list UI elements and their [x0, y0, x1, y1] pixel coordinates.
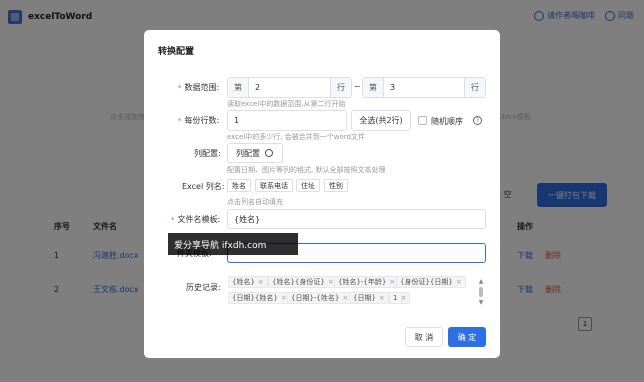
history-tag[interactable]: 1 × [389, 292, 411, 304]
random-order-label: 随机顺序 [431, 117, 463, 126]
close-icon[interactable]: × [400, 294, 406, 302]
cancel-button[interactable]: 取 消 [405, 327, 443, 347]
random-order-checkbox[interactable] [418, 116, 427, 125]
history-tag-text: {日期}-{姓名} [291, 294, 340, 302]
scroll-thumb[interactable] [479, 287, 483, 297]
excel-columns-hint: 点击列名自动填充 [227, 198, 283, 206]
column-config-button[interactable]: 列配置 [227, 143, 283, 163]
column-tag[interactable]: 姓名 [227, 179, 251, 192]
history-tag-text: {身份证}{日期} [400, 278, 453, 286]
range-to-value: 3 [390, 83, 396, 92]
history-tag[interactable]: {日期}-{姓名} × [287, 292, 353, 304]
column-config-hint: 配置日期、图片等列的格式, 默认全部按照文本处理 [227, 166, 386, 174]
data-range-hint: 读取excel中的数据范围,从第二行开始 [227, 100, 346, 108]
range-from-suffix: 行 [330, 78, 351, 97]
range-from-prefix: 第 [228, 78, 249, 97]
select-all-button[interactable]: 全选(共2行) [351, 110, 411, 131]
range-from-input[interactable]: 第 2 行 [227, 77, 352, 98]
convert-config-dialog: 转换配置 数据范围: 第 2 行 ~ 第 3 行 读取excel中的数据范围,从… [144, 30, 500, 358]
history-tag[interactable]: {姓名} × [228, 276, 268, 288]
close-icon[interactable]: × [456, 278, 462, 286]
data-range-label: 数据范围: [178, 82, 220, 93]
filename-template-label: 文件名模板: [171, 214, 221, 225]
help-icon[interactable]: ? [473, 116, 482, 125]
filename-template-input[interactable]: {姓名} [227, 209, 486, 229]
scroll-down-icon[interactable]: ▼ [479, 299, 484, 306]
gear-icon [265, 149, 273, 157]
watermark-banner: 爱分享导航 ifxdh.com [168, 233, 298, 255]
history-tag[interactable]: {日期}{姓名} × [228, 292, 291, 304]
scroll-up-icon[interactable]: ▲ [479, 278, 484, 285]
close-icon[interactable]: × [281, 294, 287, 302]
close-icon[interactable]: × [258, 278, 264, 286]
history-tag-text: {姓名} [232, 278, 255, 286]
column-config-button-label: 列配置 [236, 148, 260, 158]
history-tag[interactable]: {姓名}{身份证} × [268, 276, 338, 288]
confirm-button[interactable]: 确 定 [448, 327, 486, 347]
rows-per-file-input[interactable]: 1 [227, 110, 347, 131]
close-icon[interactable]: × [328, 278, 334, 286]
history-tag-text: 1 [393, 294, 398, 302]
range-to-prefix: 第 [363, 78, 384, 97]
rows-per-file-hint: excel中的多少行, 会被合并到一个word文件 [227, 133, 365, 141]
history-tag-text: {姓名}-{年龄} [338, 278, 387, 286]
dialog-title: 转换配置 [158, 47, 195, 57]
range-to-input[interactable]: 第 3 行 [362, 77, 486, 98]
range-from-value: 2 [255, 83, 261, 92]
range-separator: ~ [354, 82, 361, 91]
range-to-suffix: 行 [464, 78, 485, 97]
close-icon[interactable]: × [342, 294, 348, 302]
history-tag[interactable]: {日期} × [349, 292, 389, 304]
history-scrollbar[interactable]: ▲ ▼ [477, 278, 485, 306]
history-tag-text: {日期}{姓名} [232, 294, 278, 302]
close-icon[interactable]: × [379, 294, 385, 302]
history-tag-text: {姓名}{身份证} [272, 278, 325, 286]
close-icon[interactable]: × [389, 278, 395, 286]
excel-columns-label: Excel 列名: [182, 182, 225, 191]
column-tag[interactable]: 联系电话 [255, 179, 293, 192]
rows-per-file-label: 每份行数: [178, 115, 220, 126]
history-tag-text: {日期} [353, 294, 376, 302]
history-label: 历史记录: [186, 283, 221, 292]
history-tag[interactable]: {身份证}{日期} × [396, 276, 466, 288]
column-tag[interactable]: 住址 [296, 179, 320, 192]
column-config-label: 列配置: [194, 149, 221, 158]
history-tag[interactable]: {姓名}-{年龄} × [334, 276, 400, 288]
column-tag[interactable]: 性别 [324, 179, 348, 192]
